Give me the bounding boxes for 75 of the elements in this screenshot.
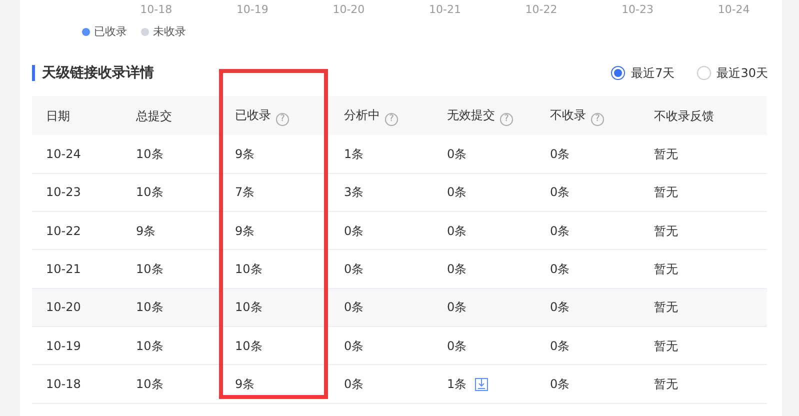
- column-header: 日期: [46, 108, 70, 122]
- column-header: 不收录反馈: [654, 108, 714, 122]
- table-cell: 7条: [235, 185, 255, 200]
- help-icon[interactable]: ?: [591, 112, 604, 126]
- table-cell: 暂无: [654, 262, 678, 276]
- table-cell: 9条: [136, 224, 156, 238]
- table-cell: 0条: [447, 185, 467, 200]
- table-cell: 1条: [447, 376, 467, 391]
- table-cell: 0条: [447, 146, 467, 161]
- table-cell: 10条: [136, 146, 164, 161]
- table-cell: 9条: [235, 376, 255, 391]
- table-cell: 1条: [344, 146, 364, 161]
- legend-label: 未收录: [153, 24, 186, 40]
- table-cell: 0条: [344, 300, 364, 314]
- table-cell: 0条: [344, 338, 364, 353]
- axis-label: 10-23: [620, 2, 655, 18]
- table-cell: 10条: [136, 300, 164, 314]
- range-option[interactable]: 最近30天: [696, 64, 768, 82]
- section-title: 天级链接收录详情: [32, 65, 154, 81]
- table-cell: 0条: [550, 300, 570, 314]
- table-cell: 0条: [447, 262, 467, 276]
- help-icon[interactable]: ?: [276, 112, 289, 126]
- table-cell: 暂无: [654, 300, 678, 314]
- table-cell: 10条: [235, 338, 262, 353]
- table-cell: 9条: [235, 146, 255, 161]
- table-cell: 10-21: [46, 262, 81, 276]
- radio-button[interactable]: [611, 66, 626, 80]
- table-cell: 0条: [550, 224, 570, 238]
- table-cell: 0条: [550, 338, 570, 353]
- table-cell: 0条: [550, 185, 570, 200]
- download-icon[interactable]: [474, 378, 488, 391]
- table-cell: 10-24: [46, 146, 81, 161]
- table-cell: 10条: [136, 185, 164, 200]
- table-cell: 0条: [550, 262, 570, 276]
- axis-label: 10-22: [524, 2, 558, 18]
- help-icon[interactable]: ?: [385, 112, 398, 126]
- radio-button[interactable]: [696, 66, 711, 80]
- column-header: 总提交: [136, 108, 172, 122]
- axis-label: 10-18: [139, 2, 174, 18]
- table-cell: 暂无: [654, 146, 678, 161]
- axis-label: 10-24: [716, 2, 751, 18]
- table-cell: 0条: [550, 376, 570, 391]
- help-icon[interactable]: ?: [500, 112, 513, 126]
- axis-label: 10-21: [428, 2, 462, 18]
- range-option[interactable]: 最近7天: [611, 64, 675, 82]
- table-cell: 0条: [447, 224, 467, 238]
- table-cell: 10-23: [46, 185, 81, 200]
- axis-label: 10-19: [235, 2, 270, 18]
- table-cell: 10-19: [46, 338, 81, 353]
- column-header: 不收录: [550, 108, 586, 122]
- table-cell: 10条: [235, 300, 262, 314]
- column-header: 无效提交: [447, 108, 495, 122]
- table-cell: 暂无: [654, 185, 678, 200]
- table-cell: 0条: [447, 300, 467, 314]
- table-cell: 暂无: [654, 376, 678, 391]
- column-header: 分析中: [344, 108, 380, 122]
- table-cell: 10-20: [46, 300, 81, 314]
- table-cell: 10条: [235, 262, 262, 276]
- table-cell: 0条: [344, 224, 364, 238]
- table-cell: 0条: [550, 146, 570, 161]
- table-cell: 0条: [344, 376, 364, 391]
- table-cell: 暂无: [654, 224, 678, 238]
- column-header: 已收录: [235, 108, 271, 122]
- table-cell: 10-22: [46, 224, 81, 238]
- axis-label: 10-20: [332, 2, 366, 18]
- table-cell: 暂无: [654, 338, 678, 353]
- table-cell: 10条: [136, 262, 164, 276]
- table-cell: 10条: [136, 338, 164, 353]
- table-cell: 9条: [235, 224, 255, 238]
- table-cell: 10-18: [46, 376, 81, 391]
- table-cell: 10条: [136, 376, 164, 391]
- table-cell: 3条: [344, 185, 364, 200]
- table-cell: 0条: [447, 338, 467, 353]
- legend-label: 已收录: [94, 24, 127, 40]
- table-cell: 0条: [344, 262, 364, 276]
